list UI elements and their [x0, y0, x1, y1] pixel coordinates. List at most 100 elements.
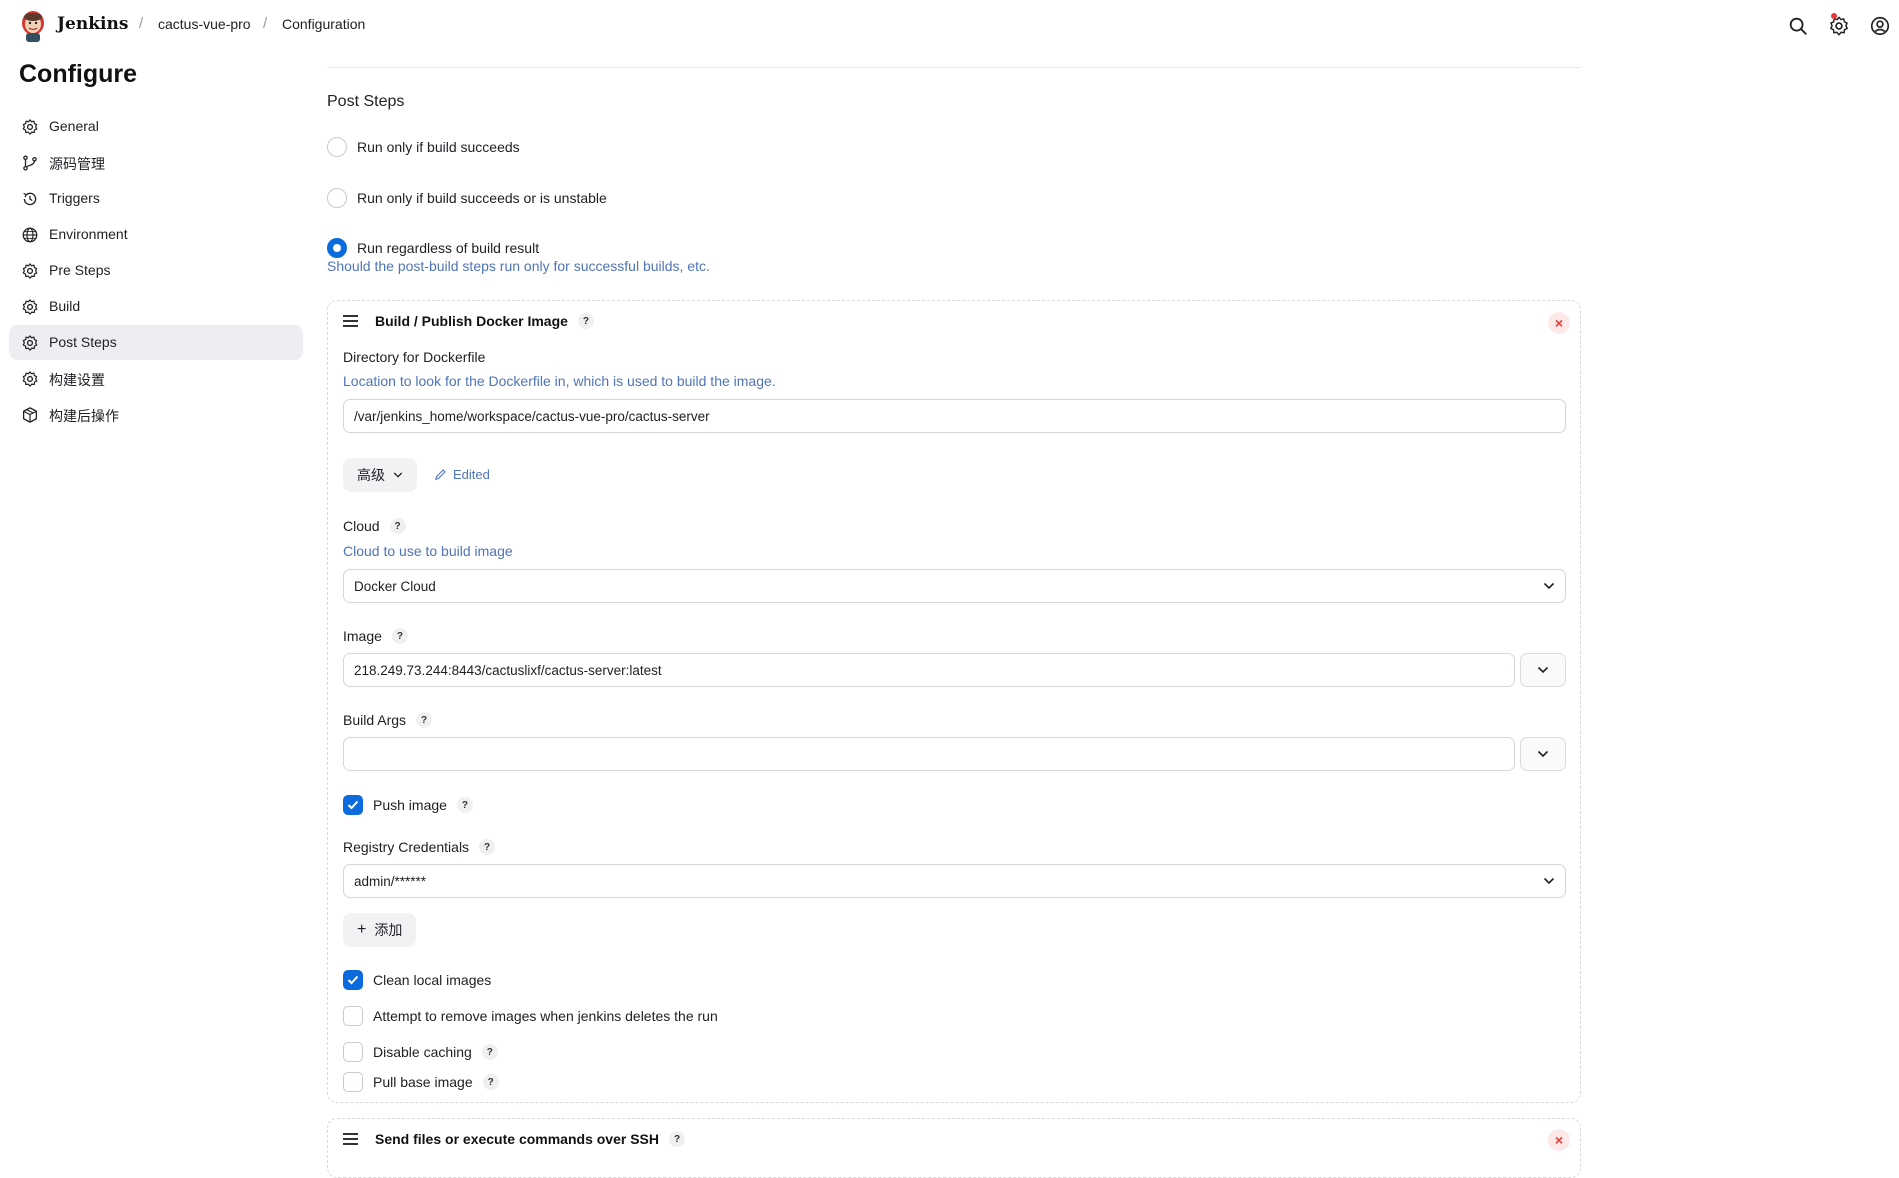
sidebar-item-general[interactable]: General [9, 109, 303, 144]
breadcrumb-separator: / [139, 15, 144, 32]
disable-caching-option[interactable]: Disable caching ? [343, 1042, 498, 1062]
drag-handle-icon[interactable] [343, 314, 359, 328]
sidebar-item-label: 源码管理 [49, 156, 105, 172]
step-title: Send files or execute commands over SSH [375, 1131, 659, 1147]
pull-base-image-checkbox[interactable] [343, 1072, 363, 1092]
disable-caching-checkbox[interactable] [343, 1042, 363, 1062]
sidebar-item-label: Environment [49, 226, 128, 242]
registry-credentials-select[interactable]: admin/****** [343, 864, 1566, 898]
post-steps-help: Should the post-build steps run only for… [327, 258, 710, 274]
radio-run-if-succeeds[interactable]: Run only if build succeeds [327, 137, 520, 157]
help-icon[interactable]: ? [389, 518, 406, 534]
cloud-select[interactable]: Docker Cloud [343, 569, 1566, 603]
radio-run-if-succeeds-or-unstable[interactable]: Run only if build succeeds or is unstabl… [327, 188, 607, 208]
sidebar-item-environment[interactable]: Environment [9, 217, 303, 252]
page-title: Configure [19, 60, 138, 88]
delete-step-close-icon[interactable]: × [1548, 1129, 1570, 1151]
push-image-label: Push image ? [373, 797, 473, 813]
sidebar-item-build[interactable]: Build [9, 289, 303, 324]
dockerfile-directory-help: Location to look for the Dockerfile in, … [343, 373, 776, 389]
post-steps-title: Post Steps [327, 93, 405, 110]
pull-base-image-label-text: Pull base image [373, 1074, 473, 1090]
package-icon [22, 407, 38, 423]
user-account-icon[interactable] [1869, 15, 1891, 37]
edited-label: Edited [453, 467, 490, 482]
sidebar-item-label: Pre Steps [49, 262, 111, 278]
dockerfile-directory-input[interactable]: /var/jenkins_home/workspace/cactus-vue-p… [343, 399, 1566, 433]
clean-local-images-option[interactable]: Clean local images [343, 970, 491, 990]
plus-icon: + [357, 921, 367, 938]
gear-icon [22, 263, 38, 279]
sidebar-item-label: Build [49, 298, 81, 314]
add-credentials-button[interactable]: + 添加 [343, 913, 417, 947]
help-icon[interactable]: ? [391, 628, 408, 644]
image-expand-button[interactable] [1520, 653, 1566, 687]
sidebar-item-triggers[interactable]: Triggers [9, 181, 303, 216]
checkmark-icon [347, 975, 359, 985]
sidebar-item-label: Post Steps [49, 334, 117, 350]
radio-button[interactable] [327, 188, 347, 208]
pencil-icon [435, 469, 446, 480]
breadcrumb-project[interactable]: cactus-vue-pro [158, 16, 251, 32]
advanced-label: 高级 [357, 467, 385, 483]
help-icon[interactable]: ? [577, 313, 594, 329]
help-icon[interactable]: ? [481, 1044, 498, 1060]
push-image-checkbox[interactable] [343, 795, 363, 815]
radio-label: Run only if build succeeds [357, 139, 520, 155]
clean-local-images-label: Clean local images [373, 972, 492, 988]
help-icon[interactable]: ? [482, 1074, 499, 1090]
gear-icon [22, 119, 38, 135]
help-icon[interactable]: ? [669, 1131, 685, 1147]
globe-icon [22, 227, 38, 243]
breadcrumb-separator: / [263, 15, 268, 32]
pull-base-image-option[interactable]: Pull base image ? [343, 1072, 499, 1092]
sidebar-item-post-build-actions[interactable]: 构建后操作 [9, 397, 303, 432]
radio-button[interactable] [327, 137, 347, 157]
breadcrumb-configuration[interactable]: Configuration [282, 16, 365, 32]
brand-name[interactable]: Jenkins [57, 14, 128, 34]
radio-button-selected[interactable] [327, 238, 347, 258]
build-args-label-text: Build Args [343, 712, 407, 728]
sidebar-item-pre-steps[interactable]: Pre Steps [9, 253, 303, 288]
sidebar-item-post-steps[interactable]: Post Steps [9, 325, 303, 360]
build-args-input[interactable] [343, 737, 1515, 771]
sidebar-item-source-control[interactable]: 源码管理 [9, 145, 303, 180]
help-icon[interactable]: ? [416, 712, 433, 728]
help-icon[interactable]: ? [479, 839, 496, 855]
step-header: Build / Publish Docker Image ? [343, 313, 594, 329]
send-files-ssh-step: Send files or execute commands over SSH … [327, 1118, 1581, 1178]
registry-credentials-value: admin/****** [354, 873, 427, 889]
chevron-down-icon [1543, 582, 1555, 590]
step-header: Send files or execute commands over SSH … [343, 1131, 685, 1147]
chevron-down-icon [393, 472, 403, 478]
help-icon[interactable]: ? [456, 797, 473, 813]
gear-icon [22, 299, 38, 315]
image-input[interactable]: 218.249.73.244:8443/cactuslixf/cactus-se… [343, 653, 1515, 687]
jenkins-logo-icon[interactable] [18, 9, 48, 43]
sidebar-item-build-settings[interactable]: 构建设置 [9, 361, 303, 396]
radio-run-regardless[interactable]: Run regardless of build result [327, 238, 539, 258]
remove-images-label: Attempt to remove images when jenkins de… [373, 1008, 718, 1024]
add-label: 添加 [374, 922, 403, 938]
advanced-button[interactable]: 高级 [343, 458, 417, 492]
remove-images-checkbox[interactable] [343, 1006, 363, 1026]
notification-dot [1831, 13, 1837, 19]
build-args-expand-button[interactable] [1520, 737, 1566, 771]
push-image-label-text: Push image [373, 797, 447, 813]
cloud-selected-value: Docker Cloud [354, 578, 436, 594]
edited-indicator: Edited [434, 467, 490, 482]
push-image-option[interactable]: Push image ? [343, 795, 473, 815]
radio-label: Run regardless of build result [357, 240, 540, 256]
top-header: Jenkins / cactus-vue-pro / Configuration [0, 0, 1899, 52]
clean-local-images-checkbox[interactable] [343, 970, 363, 990]
pull-base-image-label: Pull base image ? [373, 1074, 499, 1090]
chevron-down-icon [1543, 877, 1555, 885]
delete-step-close-icon[interactable]: × [1548, 312, 1570, 334]
chevron-down-icon [1537, 750, 1549, 758]
search-icon[interactable] [1787, 15, 1809, 37]
sidebar-item-label: 构建设置 [49, 372, 105, 388]
sidebar-item-label: Triggers [49, 190, 100, 206]
remove-images-option[interactable]: Attempt to remove images when jenkins de… [343, 1006, 718, 1026]
cloud-label: Cloud ? [343, 518, 406, 534]
drag-handle-icon[interactable] [343, 1132, 359, 1146]
